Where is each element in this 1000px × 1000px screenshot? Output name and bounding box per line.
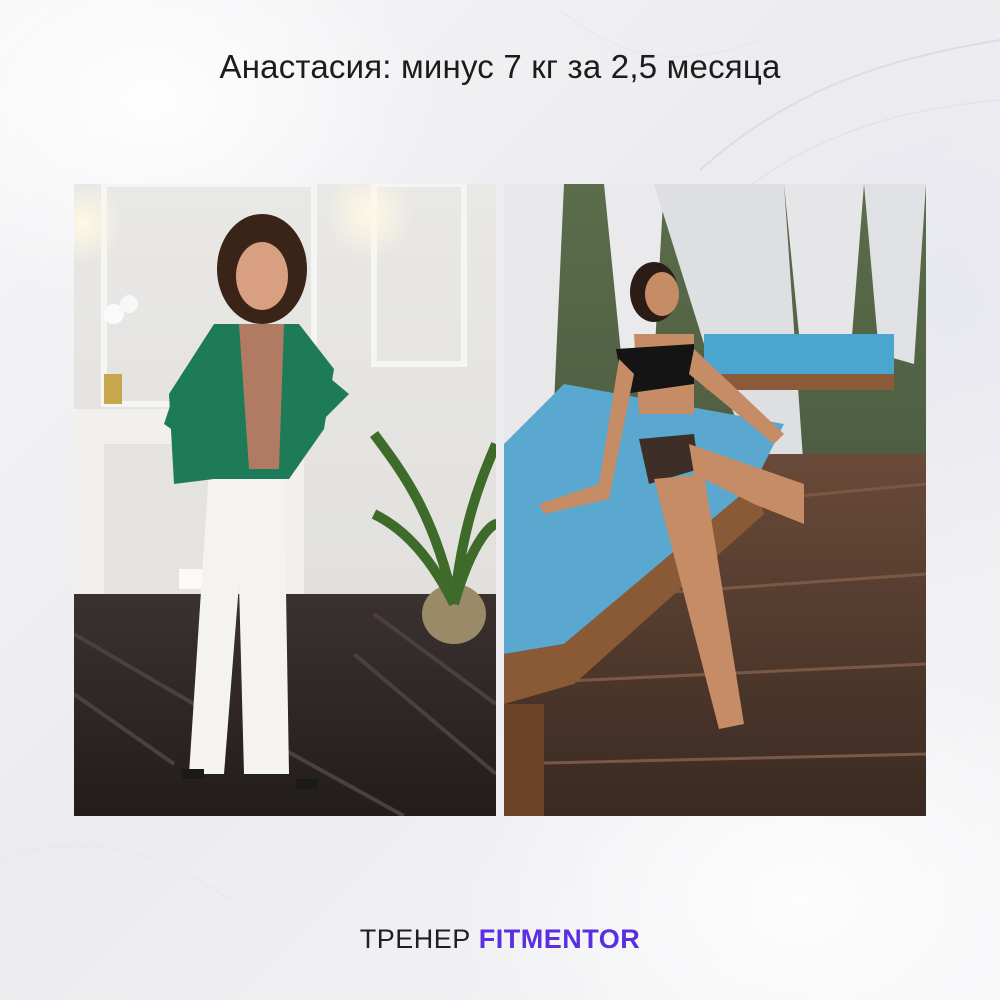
after-photo	[504, 184, 926, 816]
brand-role-label: ТРЕНЕР	[359, 924, 471, 954]
swimsuit-photo-icon	[504, 184, 926, 816]
brand-name-label: FITMENTOR	[478, 924, 641, 954]
before-photo	[74, 184, 496, 816]
brand-footer: ТРЕНЕР FITMENTOR	[0, 924, 1000, 955]
page-title: Анастасия: минус 7 кг за 2,5 месяца	[219, 48, 781, 85]
portrait-photo-icon	[74, 184, 496, 816]
